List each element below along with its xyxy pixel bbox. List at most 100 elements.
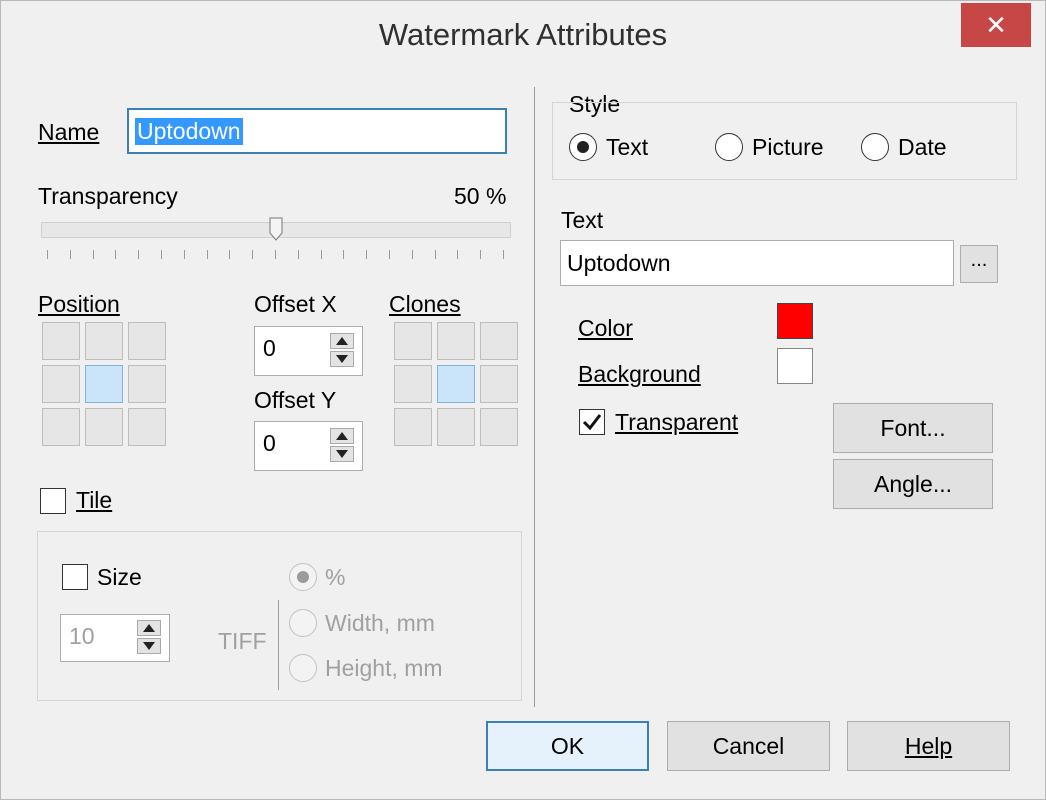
size-up-icon[interactable] xyxy=(137,620,161,636)
close-icon: ✕ xyxy=(985,10,1007,40)
slider-tick xyxy=(92,250,94,259)
watermark-text-input[interactable]: Uptodown xyxy=(560,240,954,286)
offset-y-up-icon[interactable] xyxy=(330,428,354,444)
clones-grid-cell[interactable] xyxy=(437,322,475,360)
help-button[interactable]: Help xyxy=(847,721,1010,771)
title-bar[interactable]: Watermark Attributes ✕ xyxy=(1,1,1045,67)
unit-width-radio[interactable] xyxy=(289,609,317,637)
font-button-label: Font... xyxy=(880,414,946,441)
style-picture-label: Picture xyxy=(752,134,824,160)
position-grid-cell[interactable] xyxy=(85,365,123,403)
background-label: Background xyxy=(578,361,701,387)
unit-width-label: Width, mm xyxy=(325,610,435,636)
slider-tick xyxy=(275,250,276,259)
ellipsis-icon: ... xyxy=(970,248,988,271)
name-label: Name xyxy=(38,119,100,145)
transparency-label: Transparency xyxy=(38,183,178,209)
size-divider xyxy=(278,600,279,690)
size-value: 10 xyxy=(69,623,95,649)
ok-button[interactable]: OK xyxy=(486,721,649,771)
clones-grid-cell[interactable] xyxy=(394,408,432,446)
color-label: Color xyxy=(578,315,633,341)
style-text-radio[interactable] xyxy=(569,133,597,161)
clones-grid-cell[interactable] xyxy=(394,322,432,360)
unit-percent-label: % xyxy=(325,564,346,590)
watermark-text-value: Uptodown xyxy=(567,249,671,276)
position-label: Position xyxy=(38,291,120,317)
clones-grid-cell[interactable] xyxy=(437,408,475,446)
slider-tick xyxy=(69,250,71,259)
slider-tick xyxy=(411,250,413,259)
position-grid-cell[interactable] xyxy=(85,408,123,446)
angle-button-label: Angle... xyxy=(874,470,952,497)
position-grid-cell[interactable] xyxy=(42,365,80,403)
cancel-button[interactable]: Cancel xyxy=(667,721,830,771)
unit-height-radio[interactable] xyxy=(289,654,317,682)
slider-tick xyxy=(161,250,162,259)
offset-y-label: Offset Y xyxy=(254,387,337,413)
transparency-value: 50 % xyxy=(454,183,507,209)
position-grid-cell[interactable] xyxy=(128,408,166,446)
style-picture-radio[interactable] xyxy=(715,133,743,161)
name-input-value: Uptodown xyxy=(135,117,243,145)
slider-tick xyxy=(138,250,140,259)
slider-tick xyxy=(252,250,254,259)
size-stepper[interactable]: 10 xyxy=(60,614,170,662)
transparent-checkbox[interactable] xyxy=(579,409,605,435)
color-swatch[interactable] xyxy=(777,303,813,339)
checkmark-icon xyxy=(582,414,602,431)
slider-tick xyxy=(183,250,185,259)
position-grid-cell[interactable] xyxy=(128,322,166,360)
offset-x-up-icon[interactable] xyxy=(330,333,354,349)
slider-tick xyxy=(480,250,482,259)
offset-x-down-icon[interactable] xyxy=(330,351,354,367)
vertical-separator xyxy=(534,87,535,707)
unit-percent-radio[interactable] xyxy=(289,563,317,591)
transparent-label: Transparent xyxy=(615,409,739,435)
position-grid-cell[interactable] xyxy=(42,408,80,446)
position-grid-cell[interactable] xyxy=(42,322,80,360)
size-checkbox[interactable] xyxy=(62,564,88,590)
tiff-label: TIFF xyxy=(218,628,267,654)
text-label: Text xyxy=(561,207,604,233)
slider-tick xyxy=(503,250,504,259)
browse-text-button[interactable]: ... xyxy=(960,245,998,283)
slider-tick xyxy=(297,250,299,259)
clones-grid-cell[interactable] xyxy=(480,408,518,446)
angle-button[interactable]: Angle... xyxy=(833,459,993,509)
cancel-button-label: Cancel xyxy=(712,732,785,759)
close-button[interactable]: ✕ xyxy=(961,3,1031,47)
position-grid-cell[interactable] xyxy=(128,365,166,403)
position-grid-cell[interactable] xyxy=(85,322,123,360)
style-text-label: Text xyxy=(606,134,649,160)
slider-tick xyxy=(343,250,345,259)
clones-grid-cell[interactable] xyxy=(437,365,475,403)
clones-grid-cell[interactable] xyxy=(394,365,432,403)
name-input[interactable]: Uptodown xyxy=(127,108,507,154)
transparency-slider-thumb[interactable] xyxy=(269,217,283,241)
style-date-radio[interactable] xyxy=(861,133,889,161)
clones-grid-cell[interactable] xyxy=(480,365,518,403)
tile-checkbox[interactable] xyxy=(40,488,66,514)
size-label: Size xyxy=(97,564,142,590)
slider-tick xyxy=(320,250,322,259)
slider-tick xyxy=(115,250,117,259)
slider-tick xyxy=(389,250,390,259)
slider-tick xyxy=(206,250,208,259)
offset-x-value: 0 xyxy=(263,335,276,361)
font-button[interactable]: Font... xyxy=(833,403,993,453)
size-down-icon[interactable] xyxy=(137,638,161,654)
offset-x-stepper[interactable]: 0 xyxy=(254,326,363,376)
slider-tick xyxy=(434,250,436,259)
offset-y-value: 0 xyxy=(263,430,276,456)
background-swatch[interactable] xyxy=(777,348,813,384)
dialog-body: Name Uptodown Transparency 50 % Position… xyxy=(14,67,1032,787)
offset-x-label: Offset X xyxy=(254,291,337,317)
style-date-label: Date xyxy=(898,134,947,160)
slider-tick xyxy=(366,250,368,259)
offset-y-stepper[interactable]: 0 xyxy=(254,421,363,471)
offset-y-down-icon[interactable] xyxy=(330,446,354,462)
clones-grid-cell[interactable] xyxy=(480,322,518,360)
window-title: Watermark Attributes xyxy=(378,17,668,52)
clones-label: Clones xyxy=(389,291,461,317)
